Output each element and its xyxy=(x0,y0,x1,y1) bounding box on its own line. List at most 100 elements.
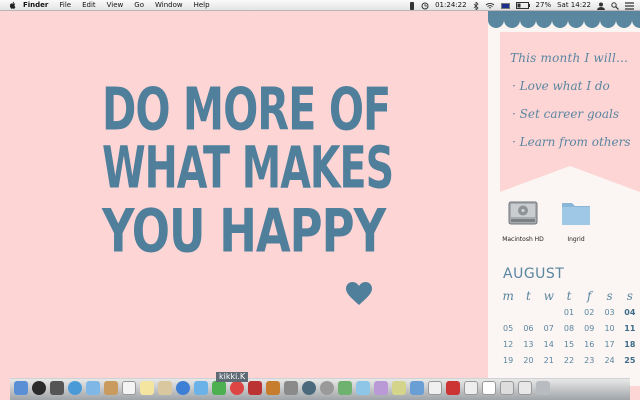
calendar-day: 22 xyxy=(563,355,575,365)
menu-window[interactable]: Window xyxy=(155,0,183,11)
weekday: f xyxy=(587,289,592,303)
note-header: This month I will... xyxy=(510,51,629,65)
safari-dock-icon[interactable] xyxy=(68,381,82,395)
menu-left: Finder File Edit View Go Window Help xyxy=(0,0,221,11)
contacts-dock-icon[interactable] xyxy=(104,381,118,395)
preferences-dock-icon[interactable] xyxy=(320,381,334,395)
notifications-icon[interactable] xyxy=(625,1,634,10)
calendar-day: 04 xyxy=(624,307,636,317)
mail-dock-icon[interactable] xyxy=(86,381,100,395)
dashboard-dock-icon[interactable] xyxy=(32,381,46,395)
battery-percent[interactable]: 27% xyxy=(536,0,552,11)
folder-icon xyxy=(562,203,590,225)
calendar-weekday-row: m t w t f s s xyxy=(498,288,640,304)
note-item-3: Learn from others xyxy=(510,128,631,156)
calendar-day: 03 xyxy=(604,307,615,317)
apple-icon[interactable] xyxy=(9,1,17,9)
note-item-1: Love what I do xyxy=(510,72,631,100)
calendar-day: 05 xyxy=(503,323,514,333)
calendar-day: 25 xyxy=(624,355,636,365)
weekday: w xyxy=(543,289,554,303)
photobooth-dock-icon[interactable] xyxy=(248,381,262,395)
wifi-icon[interactable] xyxy=(485,2,495,10)
calendar-day: 19 xyxy=(503,355,514,365)
app-dock-icon[interactable] xyxy=(338,381,352,395)
stack-dock-icon[interactable] xyxy=(518,381,532,395)
photos-dock-icon[interactable] xyxy=(158,381,172,395)
calendar-day: 12 xyxy=(503,339,514,349)
stack-dock-icon[interactable] xyxy=(500,381,514,395)
calendar-dock-icon[interactable] xyxy=(122,381,136,395)
menubar-datetime[interactable]: Sat 14:22 xyxy=(557,0,591,11)
menu-finder[interactable]: Finder xyxy=(23,0,48,11)
user-icon[interactable] xyxy=(597,2,605,10)
calendar-day: 06 xyxy=(523,323,534,333)
input-flag-icon[interactable] xyxy=(500,2,510,9)
mission-control-dock-icon[interactable] xyxy=(50,381,64,395)
finder-dock-icon[interactable] xyxy=(14,381,28,395)
calendar-day: 15 xyxy=(563,339,575,349)
desktop-icon-macintosh-hd[interactable]: Macintosh HD xyxy=(500,196,546,243)
guitar-dock-icon[interactable] xyxy=(266,381,280,395)
calendar-grid: m t w t f s s 01 02 03 04 05 06 07 08 09… xyxy=(498,288,640,368)
appstore-dock-icon[interactable] xyxy=(176,381,190,395)
timemachine-dock-icon[interactable] xyxy=(302,381,316,395)
calendar-week-1: 01 02 03 04 xyxy=(498,304,640,320)
wallpaper-quote: DO MORE OF WHAT MAKES YOU HAPPY xyxy=(102,74,394,265)
iphoto-dock-icon[interactable] xyxy=(284,381,298,395)
calendar-month: AUGUST xyxy=(503,266,565,282)
weekday: m xyxy=(502,289,514,303)
trash-dock-icon[interactable] xyxy=(536,381,550,395)
menu-help[interactable]: Help xyxy=(194,0,210,11)
facetime-dock-icon[interactable] xyxy=(212,381,226,395)
app-dock-icon[interactable] xyxy=(392,381,406,395)
calendar-week-3: 12 13 14 15 16 17 18 xyxy=(498,336,640,352)
calendar-day: 07 xyxy=(543,323,554,333)
calendar-day: 16 xyxy=(584,339,595,349)
calendar-day: 10 xyxy=(604,323,615,333)
calendar-day: 08 xyxy=(563,323,575,333)
bluetooth-icon[interactable] xyxy=(473,1,479,10)
heart-icon xyxy=(346,282,372,305)
app-dock-icon[interactable] xyxy=(428,381,442,395)
note-item-2: Set career goals xyxy=(510,100,631,128)
app-dock-icon[interactable] xyxy=(410,381,424,395)
calendar-day: 23 xyxy=(584,355,595,365)
spotlight-icon[interactable] xyxy=(611,1,619,10)
menu-bar: Finder File Edit View Go Window Help 01:… xyxy=(0,0,640,11)
calendar-day: 21 xyxy=(543,355,554,365)
calendar-week-2: 05 06 07 08 09 10 11 xyxy=(498,320,640,336)
weekday: s xyxy=(626,289,633,303)
weekday: t xyxy=(566,289,572,303)
app-dock-icon[interactable] xyxy=(374,381,388,395)
notes-dock-icon[interactable] xyxy=(140,381,154,395)
dock-icons xyxy=(14,381,554,395)
app-dock-icon[interactable] xyxy=(464,381,478,395)
menubar-clock[interactable]: 01:24:22 xyxy=(435,0,466,11)
calendar-day: 24 xyxy=(604,355,615,365)
menu-view[interactable]: View xyxy=(107,0,124,11)
menu-extras: 01:24:22 27% Sat 14:22 xyxy=(403,0,634,11)
battery-icon[interactable] xyxy=(515,2,530,9)
desktop-icon-label: Macintosh HD xyxy=(502,236,544,243)
calendar-day: 20 xyxy=(523,355,534,365)
app-dock-icon[interactable] xyxy=(356,381,370,395)
quote-line-3: YOU HAPPY xyxy=(102,196,386,266)
desktop-icon-label: Ingrid xyxy=(567,236,585,243)
itunes-dock-icon[interactable] xyxy=(230,381,244,395)
hard-drive-icon xyxy=(508,201,538,225)
calendar-day: 01 xyxy=(563,307,575,317)
app-dock-icon[interactable] xyxy=(446,381,460,395)
calendar-day: 13 xyxy=(523,339,534,349)
messages-dock-icon[interactable] xyxy=(194,381,208,395)
calendar-day: 09 xyxy=(584,323,595,333)
menu-edit[interactable]: Edit xyxy=(82,0,96,11)
menu-go[interactable]: Go xyxy=(134,0,144,11)
menu-file[interactable]: File xyxy=(59,0,71,11)
desktop-icon-ingrid[interactable]: Ingrid xyxy=(553,196,599,243)
document-dock-icon[interactable] xyxy=(482,381,496,395)
dock-label: kikki.K xyxy=(216,372,249,382)
status-icon[interactable] xyxy=(409,1,415,10)
timemachine-icon[interactable] xyxy=(421,2,429,10)
calendar-day: 18 xyxy=(624,339,636,349)
